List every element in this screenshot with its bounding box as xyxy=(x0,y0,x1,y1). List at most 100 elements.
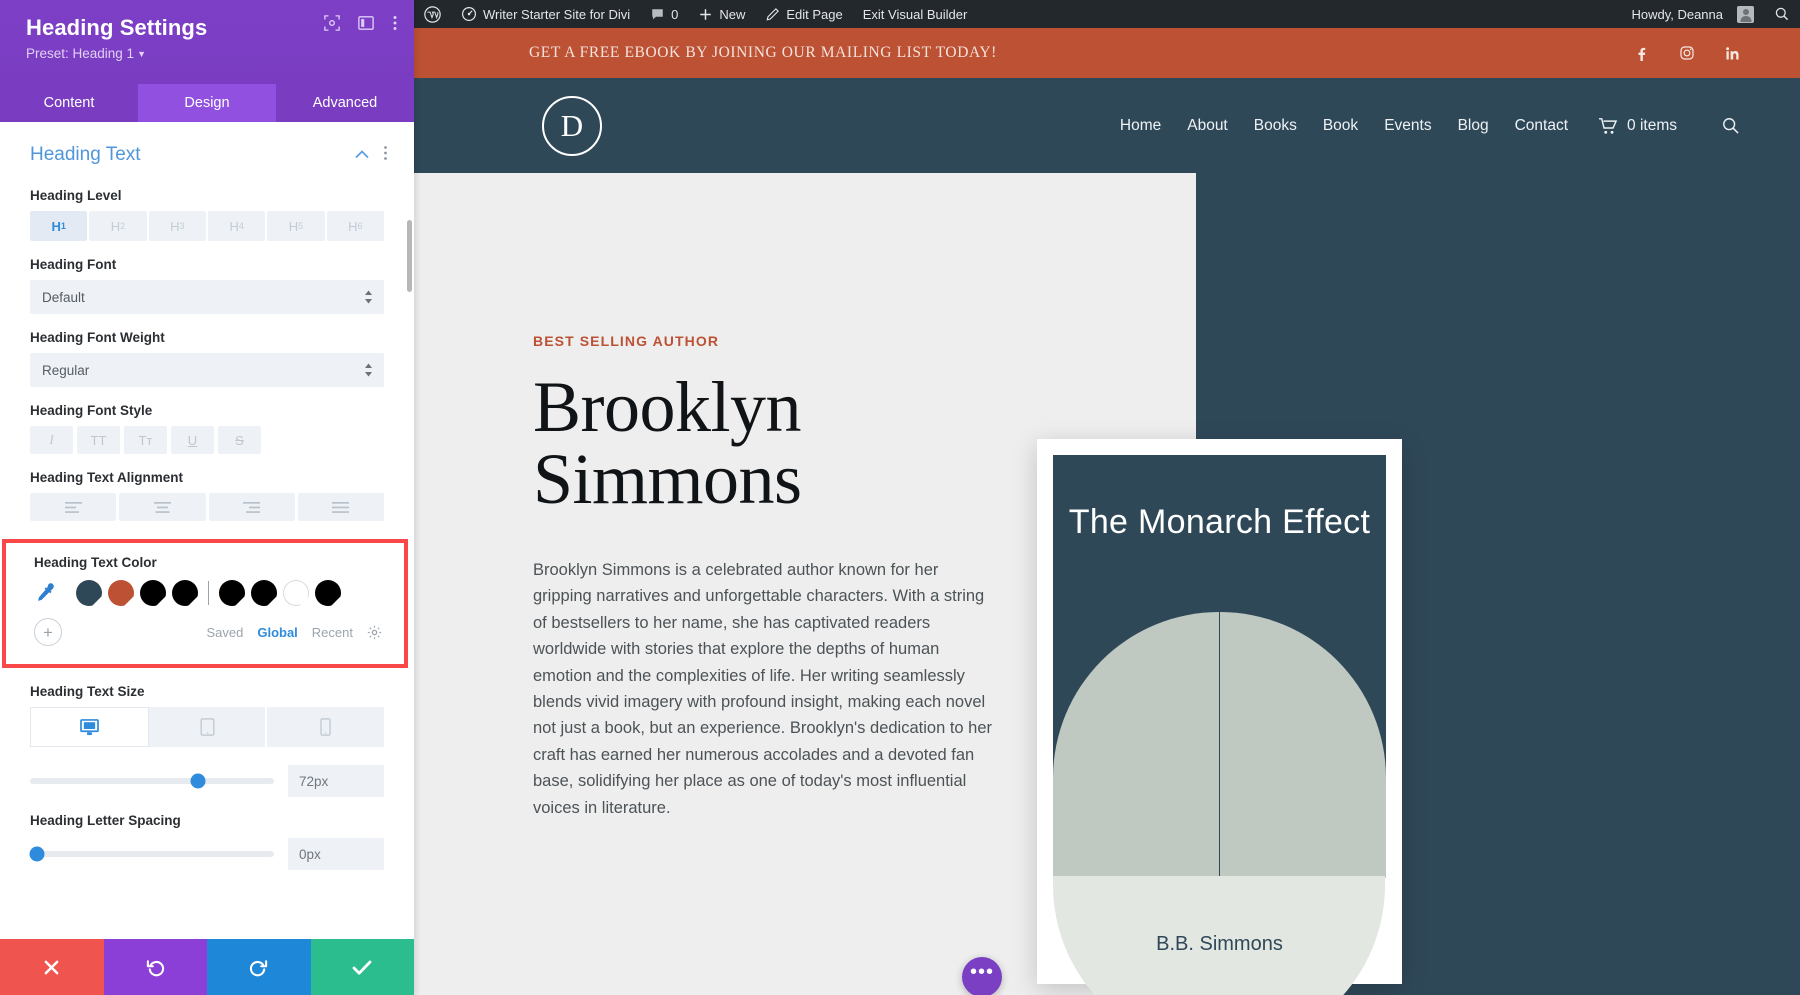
heading-letter-spacing-field: Heading Letter Spacing 0px xyxy=(0,813,414,870)
heading-text-size-value[interactable]: 72px xyxy=(288,765,384,797)
device-tablet-button[interactable] xyxy=(149,707,268,747)
heading-level-h6[interactable]: H6 xyxy=(327,211,384,241)
hero-heading-line2: Simmons xyxy=(533,439,802,519)
new-label: New xyxy=(719,7,745,22)
heading-text-size-slider[interactable] xyxy=(30,778,274,784)
color-swatch-5[interactable] xyxy=(251,580,277,606)
site-preview: GET A FREE EBOOK BY JOINING OUR MAILING … xyxy=(414,28,1800,995)
new-menu[interactable]: New xyxy=(688,0,755,28)
color-swatch-3[interactable] xyxy=(172,580,198,606)
nav-item-contact[interactable]: Contact xyxy=(1515,117,1568,135)
slider-handle[interactable] xyxy=(30,847,45,862)
font-style-underline-button[interactable]: U xyxy=(171,426,214,454)
close-icon xyxy=(43,959,60,976)
color-tab-saved[interactable]: Saved xyxy=(206,625,243,640)
facebook-icon[interactable] xyxy=(1634,46,1649,61)
comments-menu[interactable]: 0 xyxy=(640,0,688,28)
heading-font-field: Heading Font Default xyxy=(0,257,414,314)
divi-menu-button[interactable]: ••• xyxy=(962,957,1002,995)
site-name-menu[interactable]: Writer Starter Site for Divi xyxy=(451,0,640,28)
updown-arrows-icon xyxy=(364,363,373,377)
heading-font-value: Default xyxy=(42,290,85,305)
edit-page-menu[interactable]: Edit Page xyxy=(755,0,852,28)
more-options-icon[interactable] xyxy=(392,14,398,32)
heading-letter-spacing-slider[interactable] xyxy=(30,851,274,857)
site-search-button[interactable] xyxy=(1721,116,1740,135)
edit-page-label: Edit Page xyxy=(786,7,842,22)
scrollbar[interactable] xyxy=(407,220,412,292)
admin-search-button[interactable] xyxy=(1764,0,1800,28)
device-desktop-button[interactable] xyxy=(30,707,149,747)
main-nav: Home About Books Book Events Blog Contac… xyxy=(1120,116,1740,135)
eyedropper-icon[interactable] xyxy=(34,582,76,604)
font-style-uppercase-button[interactable]: TT xyxy=(77,426,120,454)
nav-item-books[interactable]: Books xyxy=(1254,117,1297,135)
heading-font-style-label: Heading Font Style xyxy=(30,403,384,418)
site-logo[interactable]: D xyxy=(542,96,602,156)
account-menu[interactable]: Howdy, Deanna xyxy=(1621,0,1764,28)
undo-button[interactable] xyxy=(104,939,208,995)
color-swatch-0[interactable] xyxy=(76,580,102,606)
save-button[interactable] xyxy=(311,939,415,995)
tab-content[interactable]: Content xyxy=(0,84,138,122)
tab-advanced[interactable]: Advanced xyxy=(276,84,414,122)
focus-icon[interactable] xyxy=(324,15,340,31)
color-swatch-1[interactable] xyxy=(108,580,134,606)
cancel-button[interactable] xyxy=(0,939,104,995)
nav-item-about[interactable]: About xyxy=(1187,117,1228,135)
redo-button[interactable] xyxy=(207,939,311,995)
color-tab-recent[interactable]: Recent xyxy=(312,625,353,640)
nav-item-blog[interactable]: Blog xyxy=(1458,117,1489,135)
font-style-smallcaps-button[interactable]: Tт xyxy=(124,426,167,454)
heading-font-weight-field: Heading Font Weight Regular xyxy=(0,330,414,387)
heading-level-h4[interactable]: H4 xyxy=(208,211,265,241)
align-center-button[interactable] xyxy=(119,493,205,521)
align-justify-button[interactable] xyxy=(298,493,384,521)
gear-icon[interactable] xyxy=(367,625,382,640)
color-tab-global[interactable]: Global xyxy=(257,625,297,640)
heading-letter-spacing-value[interactable]: 0px xyxy=(288,838,384,870)
color-swatch-6[interactable] xyxy=(283,580,309,606)
layout-toggle-icon[interactable] xyxy=(358,15,374,31)
settings-tabs: Content Design Advanced xyxy=(0,84,414,122)
heading-letter-spacing-control: 0px xyxy=(30,838,384,870)
linkedin-icon[interactable] xyxy=(1725,46,1740,61)
heading-level-h2[interactable]: H2 xyxy=(89,211,146,241)
slider-handle[interactable] xyxy=(191,774,206,789)
section-more-icon[interactable] xyxy=(383,145,388,166)
divi-menu-dots: ••• xyxy=(970,961,994,984)
color-swatch-2[interactable] xyxy=(140,580,166,606)
device-phone-button[interactable] xyxy=(267,707,384,747)
color-swatch-7[interactable] xyxy=(315,580,341,606)
nav-item-home[interactable]: Home xyxy=(1120,117,1161,135)
instagram-icon[interactable] xyxy=(1679,45,1695,61)
heading-level-h5[interactable]: H5 xyxy=(267,211,324,241)
add-color-button[interactable]: + xyxy=(34,618,62,646)
heading-font-label: Heading Font xyxy=(30,257,384,272)
redo-icon xyxy=(249,958,268,977)
settings-panel-header: Heading Settings Preset: Heading 1▼ xyxy=(0,0,414,84)
phone-icon xyxy=(320,718,331,736)
color-swatch-4[interactable] xyxy=(219,580,245,606)
preset-selector[interactable]: Preset: Heading 1▼ xyxy=(26,46,392,61)
heading-font-select[interactable]: Default xyxy=(30,280,384,314)
font-style-strikethrough-button[interactable]: S xyxy=(218,426,261,454)
nav-item-events[interactable]: Events xyxy=(1384,117,1431,135)
search-icon xyxy=(1721,116,1740,135)
font-style-italic-button[interactable]: I xyxy=(30,426,73,454)
cart-link[interactable]: 0 items xyxy=(1598,117,1677,135)
heading-level-h1[interactable]: H1 xyxy=(30,211,87,241)
align-left-button[interactable] xyxy=(30,493,116,521)
wp-logo-menu[interactable] xyxy=(414,0,451,28)
nav-item-book[interactable]: Book xyxy=(1323,117,1358,135)
dashboard-icon xyxy=(461,6,477,22)
heading-font-weight-select[interactable]: Regular xyxy=(30,353,384,387)
heading-level-h3[interactable]: H3 xyxy=(149,211,206,241)
chevron-up-icon[interactable] xyxy=(355,146,369,164)
align-right-button[interactable] xyxy=(209,493,295,521)
site-name-label: Writer Starter Site for Divi xyxy=(483,7,630,22)
heading-text-color-label: Heading Text Color xyxy=(6,555,404,570)
hero-heading[interactable]: Brooklyn Simmons xyxy=(533,371,1013,515)
exit-visual-builder-menu[interactable]: Exit Visual Builder xyxy=(853,0,978,28)
tab-design[interactable]: Design xyxy=(138,84,276,122)
